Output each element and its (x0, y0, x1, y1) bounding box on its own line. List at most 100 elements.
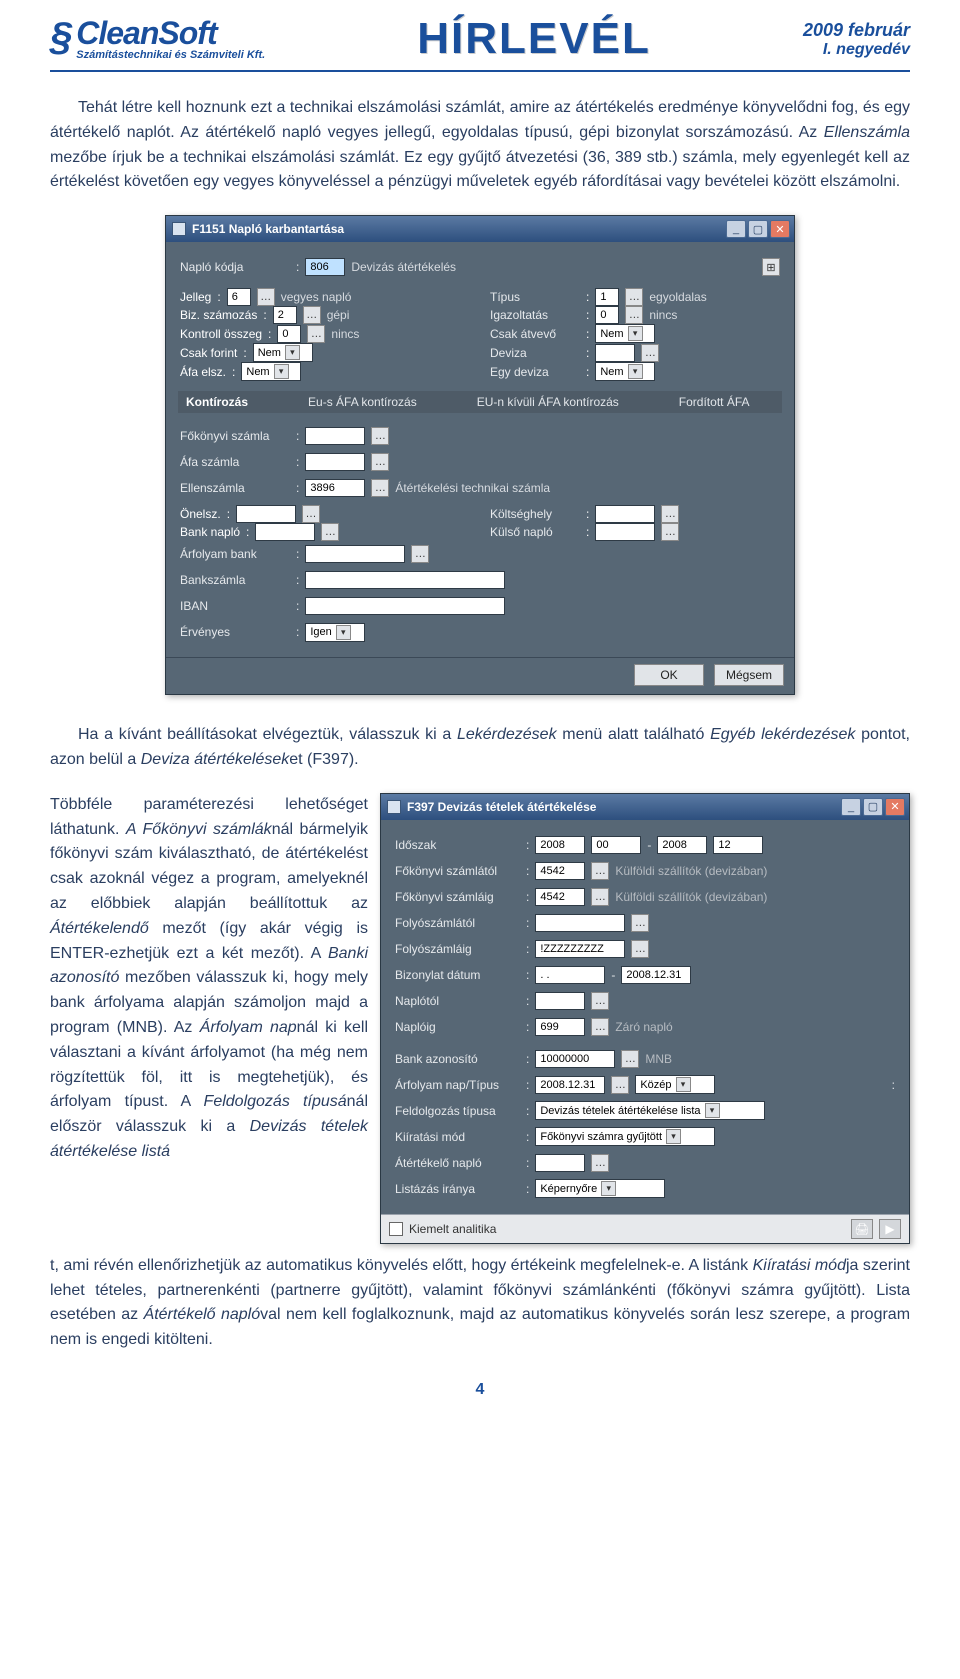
picker-icon[interactable]: … (611, 1076, 629, 1094)
atert-input[interactable] (535, 1154, 585, 1172)
koltseghely-input[interactable] (595, 505, 655, 523)
paragraph-3-continued: t, ami révén ellenőrizhetjük az automati… (50, 1254, 910, 1353)
bizdatum-to-input[interactable]: 2008.12.31 (621, 966, 691, 984)
naploig-input[interactable]: 699 (535, 1018, 585, 1036)
picker-icon[interactable]: … (303, 306, 321, 324)
picker-icon[interactable]: … (591, 862, 609, 880)
kiir-select[interactable]: Főkönyvi számra gyűjtött▾ (535, 1127, 715, 1146)
folyo-from-input[interactable] (535, 914, 625, 932)
arfolynap-label: Árfolyam nap/Típus (395, 1078, 520, 1092)
minimize-icon[interactable]: _ (841, 798, 861, 816)
bizszam-input[interactable]: 2 (273, 306, 297, 324)
naploig-label: Naplóig (395, 1020, 520, 1034)
picker-icon[interactable]: … (591, 1154, 609, 1172)
idoszak-from-year[interactable]: 2008 (535, 836, 585, 854)
onelsz-input[interactable] (236, 505, 296, 523)
idoszak-to-month[interactable]: 12 (713, 836, 763, 854)
close-icon[interactable]: ✕ (770, 220, 790, 238)
maximize-icon[interactable]: ▢ (748, 220, 768, 238)
deviza-input[interactable] (595, 344, 635, 362)
lookup-icon[interactable]: ⊞ (762, 258, 780, 276)
picker-icon[interactable]: … (661, 523, 679, 541)
bankaz-label: Bank azonosító (395, 1052, 520, 1066)
tab-forditott[interactable]: Fordított ÁFA (679, 395, 750, 409)
kiemelt-analitika-checkbox[interactable]: Kiemelt analitika (389, 1222, 496, 1236)
picker-icon[interactable]: … (621, 1050, 639, 1068)
picker-icon[interactable]: … (591, 888, 609, 906)
picker-icon[interactable]: … (591, 1018, 609, 1036)
afa-szamla-input[interactable] (305, 453, 365, 471)
naplo-kodja-input[interactable]: 806 (305, 258, 345, 276)
paragraph-3: Többféle paraméterezési lehetőséget láth… (50, 793, 368, 1165)
picker-icon[interactable]: … (641, 344, 659, 362)
idoszak-to-year[interactable]: 2008 (657, 836, 707, 854)
list-select[interactable]: Képernyőre▾ (535, 1179, 665, 1198)
minimize-icon[interactable]: _ (726, 220, 746, 238)
bankszamla-input[interactable] (305, 571, 505, 589)
onelsz-label: Önelsz. (180, 507, 221, 521)
picker-icon[interactable]: … (625, 288, 643, 306)
ellenszamla-input[interactable]: 3896 (305, 479, 365, 497)
window-title: F397 Devizás tételek átértékelése (407, 800, 596, 814)
tipus-input[interactable]: 1 (595, 288, 619, 306)
titlebar[interactable]: F1151 Napló karbantartása _ ▢ ✕ (166, 216, 794, 242)
arfolynap-input[interactable]: 2008.12.31 (535, 1076, 605, 1094)
tab-bar: Kontírozás Eu-s ÁFA kontírozás EU-n kívü… (178, 391, 782, 413)
picker-icon[interactable]: … (631, 940, 649, 958)
close-icon[interactable]: ✕ (885, 798, 905, 816)
egydeviza-select[interactable]: Nem▾ (595, 362, 655, 381)
picker-icon[interactable]: … (371, 479, 389, 497)
titlebar[interactable]: F397 Devizás tételek átértékelése _ ▢ ✕ (381, 794, 909, 820)
picker-icon[interactable]: … (302, 505, 320, 523)
maximize-icon[interactable]: ▢ (863, 798, 883, 816)
fksz-to-input[interactable]: 4542 (535, 888, 585, 906)
picker-icon[interactable]: … (631, 914, 649, 932)
feldolg-select[interactable]: Devizás tételek átértékelése lista▾ (535, 1101, 765, 1120)
kontroll-input[interactable]: 0 (277, 325, 301, 343)
picker-icon[interactable]: … (661, 505, 679, 523)
iban-input[interactable] (305, 597, 505, 615)
fokonyvi-input[interactable] (305, 427, 365, 445)
cancel-button[interactable]: Mégsem (714, 664, 784, 686)
kulsonaplo-input[interactable] (595, 523, 655, 541)
picker-icon[interactable]: … (625, 306, 643, 324)
tab-eun-kivuli[interactable]: EU-n kívüli ÁFA kontírozás (477, 395, 619, 409)
print-icon[interactable]: 🖨 (851, 1219, 873, 1239)
picker-icon[interactable]: … (257, 288, 275, 306)
ok-button[interactable]: OK (634, 664, 704, 686)
jelleg-input[interactable]: 6 (227, 288, 251, 306)
picker-icon[interactable]: … (411, 545, 429, 563)
csakatvevo-select[interactable]: Nem▾ (595, 324, 655, 343)
arfolyambank-input[interactable] (305, 545, 405, 563)
issue-date: 2009 február (803, 20, 910, 41)
chevron-down-icon: ▾ (705, 1103, 720, 1118)
fksz-from-input[interactable]: 4542 (535, 862, 585, 880)
afaelsz-select[interactable]: Nem▾ (241, 362, 301, 381)
chevron-down-icon: ▾ (628, 364, 643, 379)
logo-name: CleanSoft (76, 17, 265, 49)
picker-icon[interactable]: … (591, 992, 609, 1010)
dialog-naplo-karbantartasa: F1151 Napló karbantartása _ ▢ ✕ Napló kó… (165, 215, 795, 695)
ervenyes-select[interactable]: Igen▾ (305, 623, 365, 642)
chevron-down-icon: ▾ (336, 625, 351, 640)
igazoltatas-input[interactable]: 0 (595, 306, 619, 324)
bankaz-input[interactable]: 10000000 (535, 1050, 615, 1068)
picker-icon[interactable]: … (321, 523, 339, 541)
arfolynap-tipus-select[interactable]: Közép▾ (635, 1075, 715, 1094)
run-icon[interactable]: ▶ (879, 1219, 901, 1239)
ellenszamla-label: Ellenszámla (180, 481, 290, 495)
tab-eus-afa[interactable]: Eu-s ÁFA kontírozás (308, 395, 417, 409)
csakforint-select[interactable]: Nem▾ (253, 343, 313, 362)
folyo-from-label: Folyószámlától (395, 916, 520, 930)
picker-icon[interactable]: … (307, 325, 325, 343)
tab-kontirozas[interactable]: Kontírozás (186, 395, 248, 409)
kiir-label: Kiíratási mód (395, 1130, 520, 1144)
idoszak-from-month[interactable]: 00 (591, 836, 641, 854)
bizdatum-from-input[interactable]: . . (535, 966, 605, 984)
banknaplo-input[interactable] (255, 523, 315, 541)
afa-szamla-label: Áfa számla (180, 455, 290, 469)
naplotol-input[interactable] (535, 992, 585, 1010)
picker-icon[interactable]: … (371, 453, 389, 471)
picker-icon[interactable]: … (371, 427, 389, 445)
folyo-to-input[interactable]: !ZZZZZZZZZ (535, 940, 625, 958)
